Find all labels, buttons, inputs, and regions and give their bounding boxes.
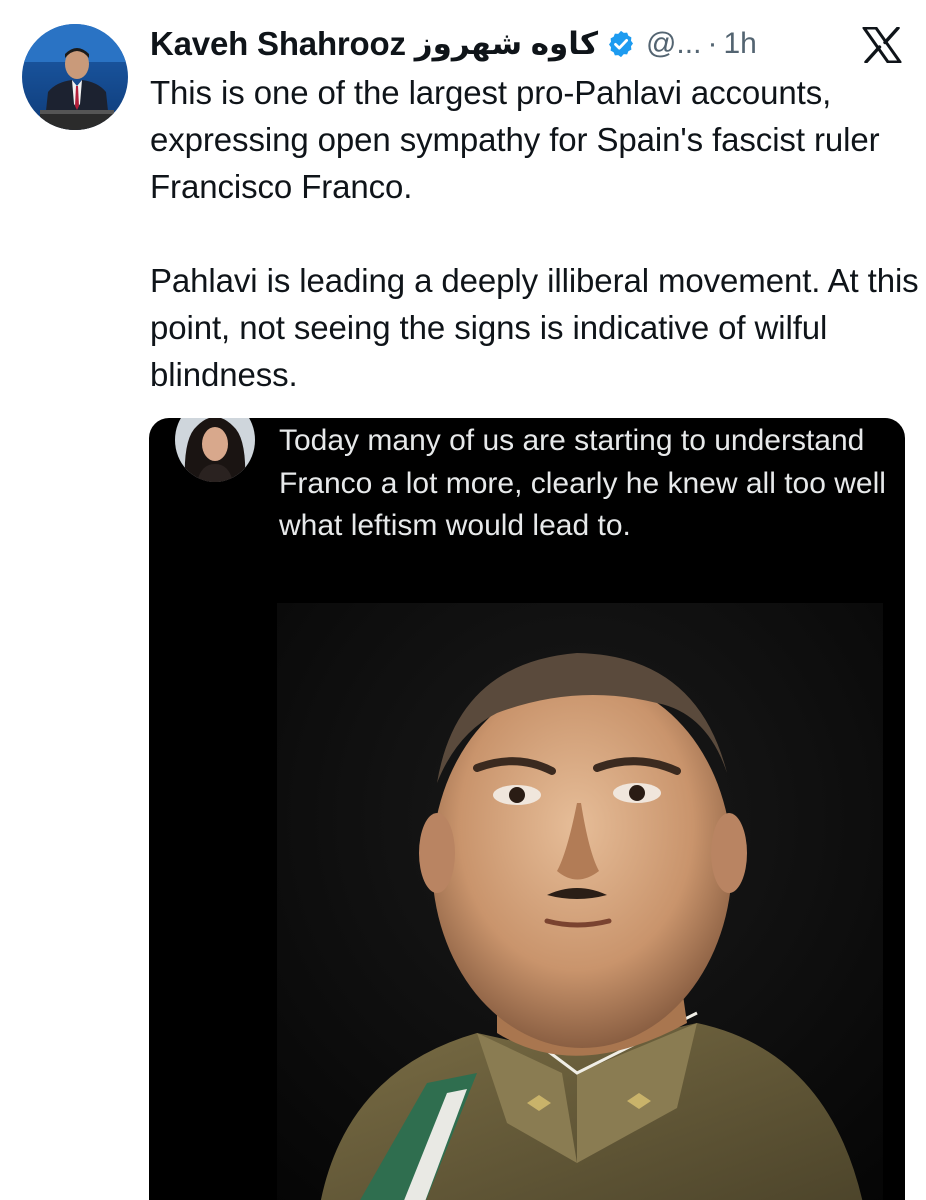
tweet-header: Kaveh Shahrooz کاوه شهروز @... · 1h xyxy=(150,22,757,66)
tweet-paragraph: Pahlavi is leading a deeply illiberal mo… xyxy=(150,262,919,393)
author-handle[interactable]: @... xyxy=(646,27,701,61)
portrait-photo xyxy=(277,603,883,1200)
tweet-text: This is one of the largest pro-Pahlavi a… xyxy=(150,69,920,398)
tweet-media-image[interactable]: Today many of us are starting to underst… xyxy=(149,418,905,1200)
quoted-post-text: Today many of us are starting to underst… xyxy=(279,424,886,542)
x-logo-icon[interactable] xyxy=(862,26,902,64)
tweet[interactable]: Kaveh Shahrooz کاوه شهروز @... · 1h This… xyxy=(0,0,926,1200)
tweet-paragraph: This is one of the largest pro-Pahlavi a… xyxy=(150,74,880,205)
author-avatar[interactable] xyxy=(22,24,128,130)
quoted-user-avatar xyxy=(175,418,255,482)
author-display-name[interactable]: Kaveh Shahrooz xyxy=(150,25,406,63)
author-display-name-persian[interactable]: کاوه شهروز xyxy=(415,26,598,62)
post-timestamp[interactable]: 1h xyxy=(723,27,756,61)
verified-badge-icon xyxy=(606,29,636,59)
header-separator: · xyxy=(707,27,718,60)
